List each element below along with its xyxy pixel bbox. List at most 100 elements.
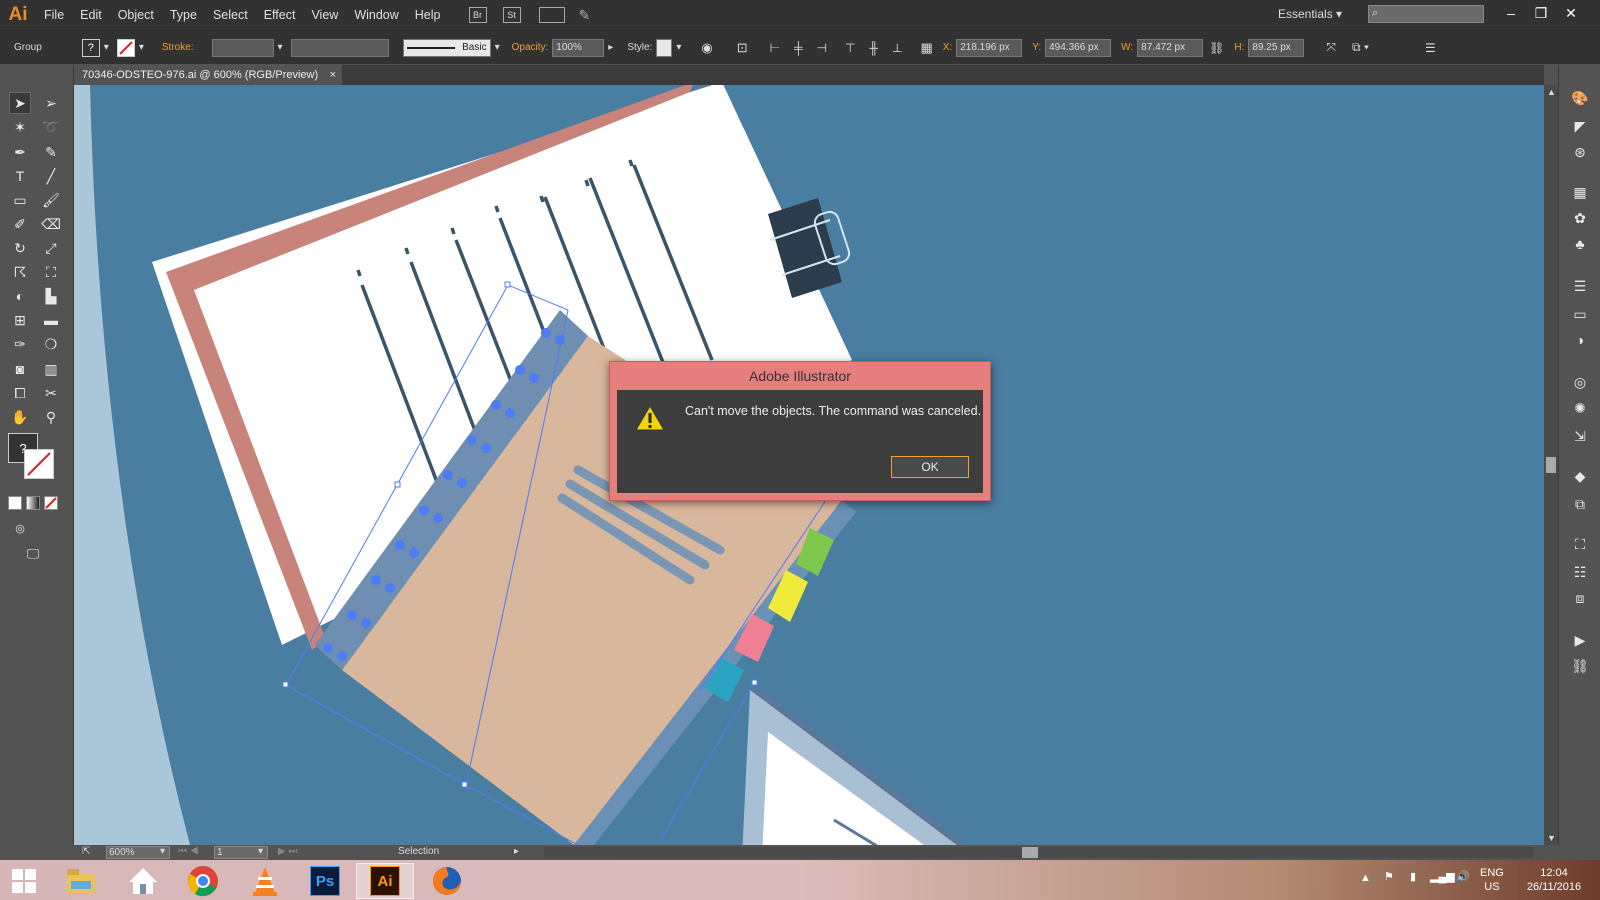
zoom-tool-icon[interactable]: ⚲ xyxy=(40,406,62,428)
volume-icon[interactable]: 🔊 xyxy=(1456,870,1470,883)
symbols-icon[interactable]: ♣ xyxy=(1569,233,1591,255)
stroke-weight-field[interactable] xyxy=(211,38,274,57)
isolate-group-icon[interactable]: ⧉ ▾ xyxy=(1352,40,1369,55)
free-transform-tool-icon[interactable]: ⛶ xyxy=(40,261,62,283)
variable-width-field[interactable] xyxy=(290,38,389,57)
bridge-button[interactable]: Br xyxy=(468,7,487,23)
recolor-icon[interactable]: ◉ xyxy=(701,40,712,56)
layers-icon[interactable]: ◆ xyxy=(1569,465,1591,487)
minimize-icon[interactable]: – xyxy=(1496,2,1526,24)
artboard-tool-icon[interactable]: ⧠ xyxy=(9,382,31,404)
asset-export-icon[interactable]: ⇲ xyxy=(1569,425,1591,447)
show-hidden-icons[interactable]: ▲ xyxy=(1360,872,1371,884)
action-center-icon[interactable]: ⚑ xyxy=(1384,870,1394,883)
zoom-dropdown-icon[interactable]: ▾ xyxy=(160,846,165,857)
scale-tool-icon[interactable]: ⤢ xyxy=(40,237,62,259)
stroke-box[interactable] xyxy=(24,449,54,479)
align-panel-icon[interactable]: ☷ xyxy=(1569,561,1591,583)
scroll-up-icon[interactable]: ▲ xyxy=(1547,87,1556,97)
graphic-styles-icon[interactable]: ✺ xyxy=(1569,397,1591,419)
artboard-nav-icon[interactable]: ⇱ xyxy=(82,846,90,857)
document-tab[interactable]: 70346-ODSTEO-976.ai @ 600% (RGB/Preview)… xyxy=(74,65,342,85)
file-explorer-button[interactable] xyxy=(52,863,110,899)
color-themes-icon[interactable]: ⊛ xyxy=(1569,141,1591,163)
align-to-icon[interactable]: ⊡ xyxy=(737,40,748,56)
rectangle-tool-icon[interactable]: ▭ xyxy=(9,189,31,211)
start-button[interactable] xyxy=(0,863,48,899)
arrange-documents-icon[interactable] xyxy=(538,7,565,23)
appearance-icon[interactable]: ◎ xyxy=(1569,371,1591,393)
brushes-icon[interactable]: ✿ xyxy=(1569,207,1591,229)
rotate-tool-icon[interactable]: ↻ xyxy=(9,237,31,259)
hand-tool-icon[interactable]: ✋ xyxy=(9,406,31,428)
panel-menu-icon[interactable]: ☰ xyxy=(1425,41,1436,55)
fill-stroke-swatches[interactable]: ? xyxy=(8,433,62,485)
eyedropper-tool-icon[interactable]: ✑ xyxy=(9,333,31,355)
opacity-label[interactable]: Opacity: xyxy=(512,42,549,53)
opacity-arrow-icon[interactable]: ▸ xyxy=(608,42,613,53)
x-field[interactable]: 218.196 px xyxy=(956,38,1023,57)
opacity-field[interactable]: 100% xyxy=(552,38,605,57)
menu-select[interactable]: Select xyxy=(205,0,256,30)
reference-point-icon[interactable]: ▦ xyxy=(920,40,932,56)
brush-definition-field[interactable]: Basic xyxy=(402,38,491,57)
magic-wand-tool-icon[interactable]: ✶ xyxy=(9,116,31,138)
pen-tool-icon[interactable]: ✒ xyxy=(9,141,31,163)
column-graph-tool-icon[interactable]: ▥ xyxy=(40,358,62,380)
menu-type[interactable]: Type xyxy=(162,0,205,30)
canvas[interactable]: Adobe Illustrator Can't move the objects… xyxy=(74,85,1544,845)
status-menu-icon[interactable]: ▸ xyxy=(514,846,519,857)
swatches-icon[interactable]: ▦ xyxy=(1569,181,1591,203)
direct-selection-tool-icon[interactable]: ➢ xyxy=(40,92,62,114)
selection-tool-icon[interactable]: ➤ xyxy=(9,92,31,114)
gradient-panel-icon[interactable]: ▭ xyxy=(1569,303,1591,325)
color-icon[interactable] xyxy=(8,496,22,510)
color-guide-icon[interactable]: ◤ xyxy=(1569,115,1591,137)
constrain-proportions-icon[interactable]: ⛓ xyxy=(1209,41,1224,55)
y-field[interactable]: 494.366 px xyxy=(1045,38,1112,57)
restore-icon[interactable]: ❐ xyxy=(1526,2,1556,24)
chrome-button[interactable] xyxy=(174,863,232,899)
artboard-dropdown-icon[interactable]: ▾ xyxy=(258,846,263,857)
draw-mode-icon[interactable]: ◎ xyxy=(9,517,31,539)
network-icon[interactable]: ▂▄▆ xyxy=(1430,870,1455,883)
stroke-panel-icon[interactable]: ☰ xyxy=(1569,275,1591,297)
illustrator-button[interactable]: Ai xyxy=(356,863,414,899)
vertical-scroll-thumb[interactable] xyxy=(1546,457,1556,473)
warp-tool-icon[interactable]: ☈ xyxy=(9,261,31,283)
first-artboard-icon[interactable]: ⏮ ◀ xyxy=(178,846,199,857)
align-top-icon[interactable]: ⊤ xyxy=(845,41,855,55)
screen-mode-icon[interactable]: 🖵 xyxy=(22,543,44,565)
scroll-down-icon[interactable]: ▼ xyxy=(1547,833,1556,843)
none-icon[interactable] xyxy=(44,496,58,510)
eraser-tool-icon[interactable]: ⌫ xyxy=(40,213,62,235)
gradient-icon[interactable] xyxy=(26,496,40,510)
slice-tool-icon[interactable]: ✂ xyxy=(40,382,62,404)
curvature-tool-icon[interactable]: ✎ xyxy=(40,141,62,163)
type-tool-icon[interactable]: T xyxy=(9,165,31,187)
align-left-icon[interactable]: ⊢ xyxy=(770,41,780,55)
stroke-weight-dropdown-icon[interactable]: ▾ xyxy=(278,42,283,53)
last-artboard-icon[interactable]: ▶ ⏭ xyxy=(278,846,297,857)
clock[interactable]: 12:04 26/11/2016 xyxy=(1516,866,1592,894)
language-indicator[interactable]: ENG US xyxy=(1480,866,1504,894)
height-field[interactable]: 89.25 px xyxy=(1248,38,1305,57)
fill-dropdown-icon[interactable]: ▾ xyxy=(104,42,109,53)
stroke-label[interactable]: Stroke: xyxy=(162,42,194,53)
shaper-tool-icon[interactable]: ✐ xyxy=(9,213,31,235)
menu-file[interactable]: File xyxy=(36,0,72,30)
menu-help[interactable]: Help xyxy=(407,0,449,30)
stock-button[interactable]: St xyxy=(502,7,521,23)
menu-object[interactable]: Object xyxy=(110,0,162,30)
menu-view[interactable]: View xyxy=(303,0,346,30)
ok-button[interactable]: OK xyxy=(891,456,969,478)
align-right-icon[interactable]: ⊣ xyxy=(817,41,827,55)
color-panel-icon[interactable]: 🎨 xyxy=(1569,87,1591,109)
vlc-button[interactable] xyxy=(236,863,294,899)
align-bottom-icon[interactable]: ⊥ xyxy=(892,41,902,55)
stroke-swatch[interactable] xyxy=(116,38,135,57)
close-tab-icon[interactable]: × xyxy=(330,65,336,85)
style-dropdown-icon[interactable]: ▾ xyxy=(676,42,681,53)
menu-window[interactable]: Window xyxy=(346,0,406,30)
gradient-tool-icon[interactable]: ▬ xyxy=(40,309,62,331)
